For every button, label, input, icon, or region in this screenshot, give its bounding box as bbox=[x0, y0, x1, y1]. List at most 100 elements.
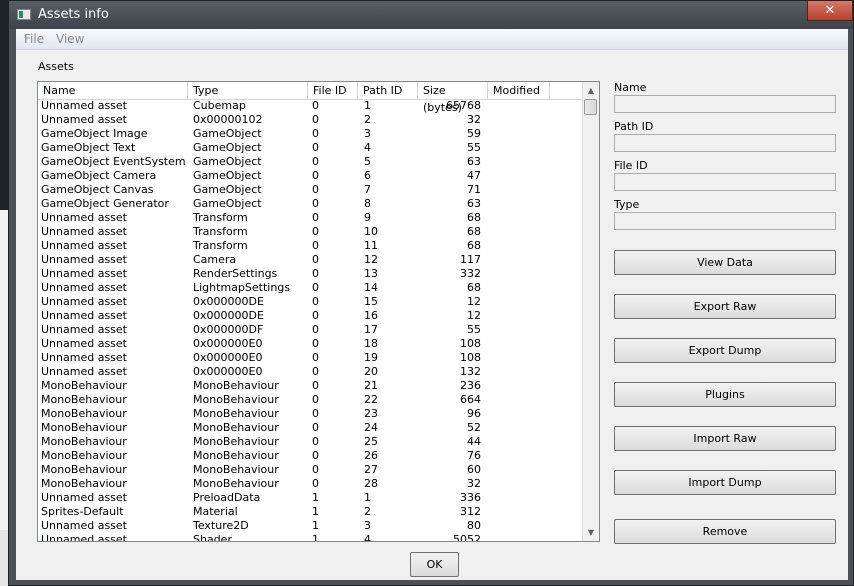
cell-name: Unnamed asset bbox=[41, 281, 127, 294]
cell-size: 236 bbox=[460, 379, 481, 392]
table-row[interactable]: Unnamed asset Texture2D 1 3 80 bbox=[38, 519, 584, 533]
table-row[interactable]: Unnamed asset 0x000000E0 0 18 108 bbox=[38, 337, 584, 351]
table-row[interactable]: Unnamed asset Transform 0 10 68 bbox=[38, 225, 584, 239]
column-header-name[interactable]: Name bbox=[38, 82, 188, 99]
vertical-scrollbar[interactable]: ▲ ▼ bbox=[582, 82, 599, 541]
cell-path-id: 8 bbox=[364, 197, 371, 210]
menu-file[interactable]: File bbox=[24, 32, 44, 46]
table-row[interactable]: GameObject EventSystem GameObject 0 5 63 bbox=[38, 155, 584, 169]
cell-size: 312 bbox=[460, 505, 481, 518]
ok-button[interactable]: OK bbox=[410, 552, 459, 577]
file-id-field[interactable] bbox=[614, 173, 836, 191]
import-raw-button[interactable]: Import Raw bbox=[614, 426, 836, 451]
cell-file-id: 0 bbox=[312, 365, 319, 378]
column-header-file-id[interactable]: File ID bbox=[308, 82, 358, 99]
cell-name: Unnamed asset bbox=[41, 239, 127, 252]
cell-name: Unnamed asset bbox=[41, 113, 127, 126]
table-row[interactable]: GameObject Image GameObject 0 3 59 bbox=[38, 127, 584, 141]
table-row[interactable]: GameObject Canvas GameObject 0 7 71 bbox=[38, 183, 584, 197]
close-button[interactable]: ✕ bbox=[807, 1, 853, 21]
cell-path-id: 2 bbox=[364, 505, 371, 518]
cell-path-id: 1 bbox=[364, 491, 371, 504]
cell-name: Unnamed asset bbox=[41, 309, 127, 322]
cell-path-id: 12 bbox=[364, 253, 378, 266]
scroll-up-arrow-icon[interactable]: ▲ bbox=[583, 82, 599, 99]
type-field[interactable] bbox=[614, 212, 836, 230]
table-row[interactable]: Unnamed asset 0x000000E0 0 20 132 bbox=[38, 365, 584, 379]
cell-path-id: 18 bbox=[364, 337, 378, 350]
cell-size: 44 bbox=[467, 435, 481, 448]
remove-button[interactable]: Remove bbox=[614, 519, 836, 544]
cell-path-id: 4 bbox=[364, 141, 371, 154]
table-row[interactable]: Unnamed asset 0x000000DE 0 16 12 bbox=[38, 309, 584, 323]
cell-path-id: 16 bbox=[364, 309, 378, 322]
import-dump-button[interactable]: Import Dump bbox=[614, 470, 836, 495]
cell-file-id: 0 bbox=[312, 309, 319, 322]
cell-size: 68 bbox=[467, 281, 481, 294]
cell-size: 55 bbox=[467, 141, 481, 154]
table-row[interactable]: GameObject Camera GameObject 0 6 47 bbox=[38, 169, 584, 183]
table-row[interactable]: GameObject Generator GameObject 0 8 63 bbox=[38, 197, 584, 211]
cell-file-id: 0 bbox=[312, 449, 319, 462]
table-row[interactable]: MonoBehaviour MonoBehaviour 0 28 32 bbox=[38, 477, 584, 491]
menu-view[interactable]: View bbox=[56, 32, 84, 46]
type-label: Type bbox=[614, 198, 640, 211]
table-row[interactable]: Unnamed asset 0x00000102 0 2 32 bbox=[38, 113, 584, 127]
cell-file-id: 0 bbox=[312, 155, 319, 168]
table-row[interactable]: MonoBehaviour MonoBehaviour 0 27 60 bbox=[38, 463, 584, 477]
table-row[interactable]: Unnamed asset Transform 0 11 68 bbox=[38, 239, 584, 253]
column-header-modified[interactable]: Modified bbox=[488, 82, 550, 99]
column-header-type[interactable]: Type bbox=[188, 82, 308, 99]
table-row[interactable]: Unnamed asset Camera 0 12 117 bbox=[38, 253, 584, 267]
table-row[interactable]: MonoBehaviour MonoBehaviour 0 21 236 bbox=[38, 379, 584, 393]
cell-path-id: 28 bbox=[364, 477, 378, 490]
table-row[interactable]: Unnamed asset RenderSettings 0 13 332 bbox=[38, 267, 584, 281]
table-row[interactable]: Unnamed asset PreloadData 1 1 336 bbox=[38, 491, 584, 505]
table-row[interactable]: Unnamed asset 0x000000DF 0 17 55 bbox=[38, 323, 584, 337]
cell-size: 52 bbox=[467, 421, 481, 434]
table-row[interactable]: GameObject Text GameObject 0 4 55 bbox=[38, 141, 584, 155]
table-header: Name Type File ID Path ID Size (bytes) M… bbox=[38, 82, 584, 114]
export-raw-button[interactable]: Export Raw bbox=[614, 294, 836, 319]
assets-group-label: Assets bbox=[38, 60, 74, 73]
export-dump-button[interactable]: Export Dump bbox=[614, 338, 836, 363]
table-row[interactable]: Sprites-Default Material 1 2 312 bbox=[38, 505, 584, 519]
scroll-down-arrow-icon[interactable]: ▼ bbox=[583, 524, 599, 541]
cell-type: MonoBehaviour bbox=[193, 393, 279, 406]
table-row[interactable]: Unnamed asset Transform 0 9 68 bbox=[38, 211, 584, 225]
table-row[interactable]: MonoBehaviour MonoBehaviour 0 23 96 bbox=[38, 407, 584, 421]
app-window-icon bbox=[17, 9, 31, 20]
cell-size: 12 bbox=[467, 295, 481, 308]
cell-file-id: 1 bbox=[312, 491, 319, 504]
view-data-button[interactable]: View Data bbox=[614, 250, 836, 275]
cell-name: Unnamed asset bbox=[41, 337, 127, 350]
column-header-path-id[interactable]: Path ID bbox=[358, 82, 418, 99]
cell-file-id: 0 bbox=[312, 421, 319, 434]
plugins-button[interactable]: Plugins bbox=[614, 382, 836, 407]
scroll-thumb[interactable] bbox=[584, 99, 597, 115]
table-row[interactable]: Unnamed asset Shader 1 4 5052 bbox=[38, 533, 584, 542]
table-row[interactable]: MonoBehaviour MonoBehaviour 0 24 52 bbox=[38, 421, 584, 435]
table-row[interactable]: Unnamed asset Cubemap 0 1 65768 bbox=[38, 99, 584, 113]
column-header-size[interactable]: Size (bytes) bbox=[418, 82, 488, 114]
table-row[interactable]: Unnamed asset 0x000000DE 0 15 12 bbox=[38, 295, 584, 309]
title-bar[interactable]: Assets info ✕ bbox=[9, 1, 853, 29]
cell-name: Unnamed asset bbox=[41, 351, 127, 364]
table-row[interactable]: Unnamed asset 0x000000E0 0 19 108 bbox=[38, 351, 584, 365]
table-row[interactable]: MonoBehaviour MonoBehaviour 0 22 664 bbox=[38, 393, 584, 407]
dialog-client-area: File View Assets Name Type File ID Path … bbox=[16, 29, 848, 580]
name-field[interactable] bbox=[614, 95, 836, 113]
cell-file-id: 0 bbox=[312, 99, 319, 112]
cell-name: MonoBehaviour bbox=[41, 379, 127, 392]
cell-type: MonoBehaviour bbox=[193, 449, 279, 462]
table-row[interactable]: Unnamed asset LightmapSettings 0 14 68 bbox=[38, 281, 584, 295]
path-id-field[interactable] bbox=[614, 134, 836, 152]
cell-size: 68 bbox=[467, 211, 481, 224]
cell-name: GameObject EventSystem bbox=[41, 155, 186, 168]
cell-name: Unnamed asset bbox=[41, 533, 127, 542]
cell-type: GameObject bbox=[193, 183, 262, 196]
table-row[interactable]: MonoBehaviour MonoBehaviour 0 26 76 bbox=[38, 449, 584, 463]
file-id-label: File ID bbox=[614, 159, 648, 172]
table-row[interactable]: MonoBehaviour MonoBehaviour 0 25 44 bbox=[38, 435, 584, 449]
cell-type: GameObject bbox=[193, 141, 262, 154]
